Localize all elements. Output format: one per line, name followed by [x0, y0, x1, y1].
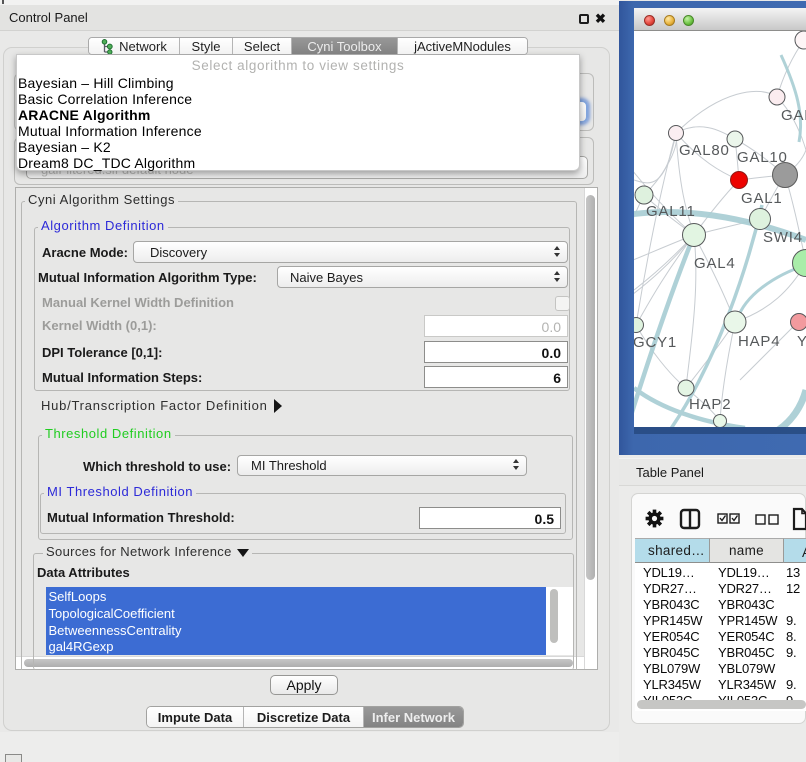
- svg-text:GCY1: GCY1: [634, 334, 677, 351]
- svg-text:GAL11: GAL11: [646, 203, 696, 220]
- svg-text:GAL80: GAL80: [679, 142, 730, 159]
- svg-text:GAL7: GAL7: [781, 107, 806, 124]
- svg-text:SWI4: SWI4: [763, 229, 803, 246]
- svg-text:HAP4: HAP4: [738, 333, 780, 350]
- svg-text:GAL1: GAL1: [741, 190, 783, 207]
- svg-text:GAL4: GAL4: [694, 255, 736, 272]
- svg-text:Y: Y: [797, 333, 806, 350]
- svg-text:GAL10: GAL10: [737, 149, 788, 166]
- svg-text:HAP2: HAP2: [689, 396, 731, 413]
